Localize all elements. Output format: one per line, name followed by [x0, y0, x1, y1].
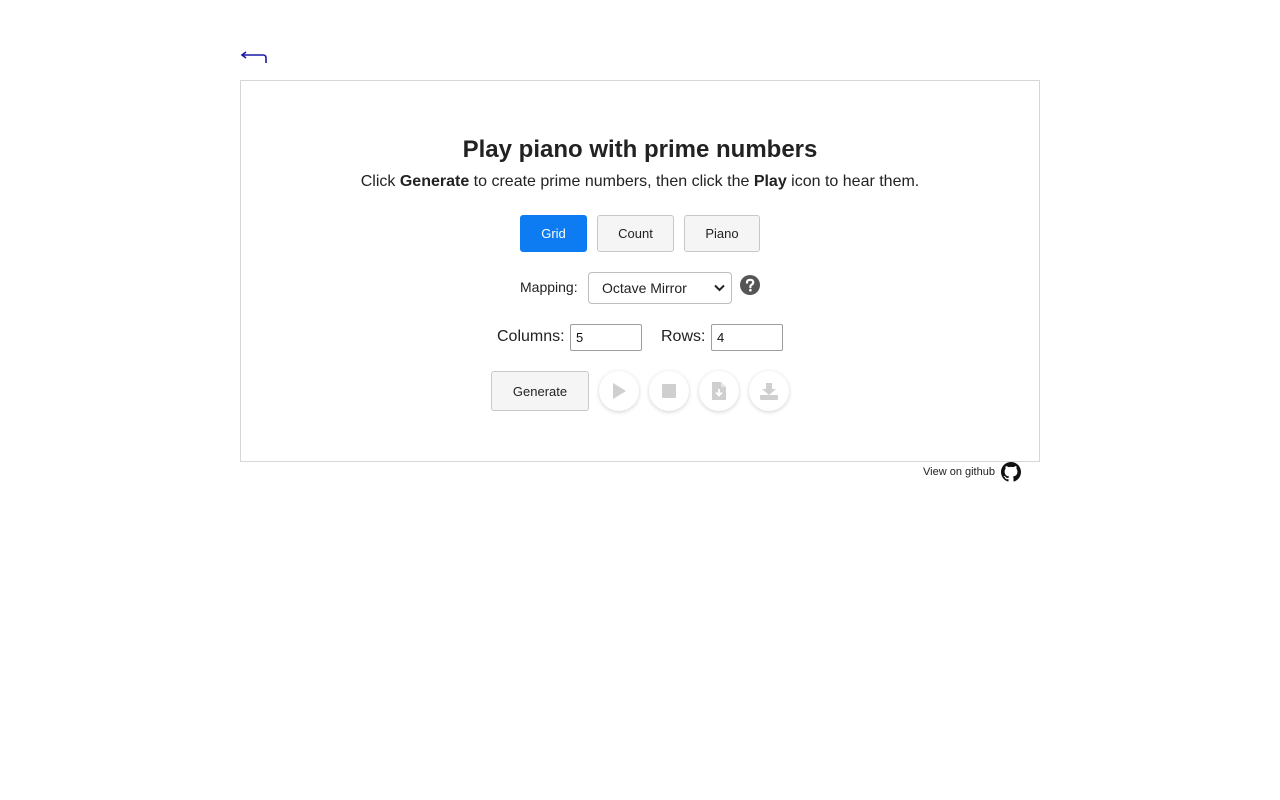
dimensions-row: Columns: Rows: [241, 324, 1039, 352]
back-link[interactable] [240, 49, 268, 67]
download-icon [760, 383, 778, 400]
actions-row: Generate [241, 371, 1039, 413]
columns-input[interactable] [570, 324, 642, 351]
instructions-middle: to create prime numbers, then click the [469, 173, 754, 190]
columns-label: Columns: [497, 328, 565, 345]
chevron-down-icon [714, 284, 725, 292]
rows-label: Rows: [661, 328, 706, 345]
save-file-button[interactable] [699, 371, 739, 411]
mapping-row: Mapping: Octave Mirror [241, 272, 1039, 304]
stop-icon [662, 384, 676, 398]
file-download-icon [712, 382, 726, 400]
download-button[interactable] [749, 371, 789, 411]
play-icon [613, 383, 626, 399]
play-button[interactable] [599, 371, 639, 411]
tab-count[interactable]: Count [597, 215, 674, 252]
instructions-prefix: Click [360, 173, 400, 190]
stop-button[interactable] [649, 371, 689, 411]
instructions-text: Click Generate to create prime numbers, … [241, 172, 1039, 192]
mapping-selected-value: Octave Mirror [602, 280, 687, 296]
mapping-label: Mapping: [520, 279, 578, 295]
generate-button[interactable]: Generate [491, 371, 589, 411]
mapping-select[interactable]: Octave Mirror [588, 272, 732, 304]
instructions-play-word: Play [753, 173, 787, 190]
main-card: Play piano with prime numbers Click Gene… [240, 80, 1040, 462]
page-title: Play piano with prime numbers [462, 136, 818, 163]
github-link-label: View on github [923, 466, 995, 478]
tab-piano[interactable]: Piano [684, 215, 760, 252]
rows-input[interactable] [711, 324, 783, 351]
return-arrow-icon [240, 51, 267, 63]
question-circle-icon[interactable] [740, 275, 760, 295]
instructions-generate-word: Generate [399, 173, 470, 190]
instructions-suffix: icon to hear them. [786, 173, 920, 190]
github-icon [1000, 462, 1021, 482]
tab-grid[interactable]: Grid [520, 215, 587, 252]
github-link[interactable]: View on github [923, 462, 1021, 482]
